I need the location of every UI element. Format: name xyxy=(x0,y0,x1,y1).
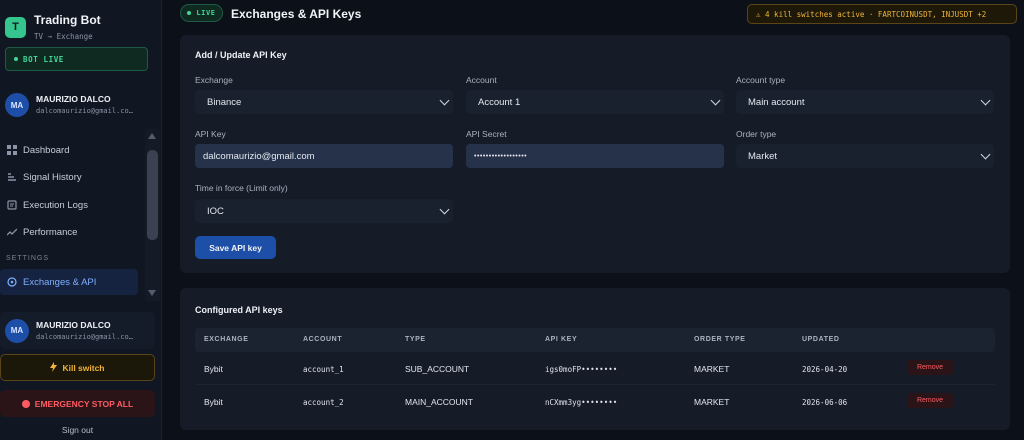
bot-status-label: BOT LIVE xyxy=(23,54,64,64)
cell-api-key: nCXmm3yg•••••••• xyxy=(545,398,618,407)
brand-logo: T xyxy=(5,16,26,38)
scroll-up-icon[interactable] xyxy=(148,133,156,139)
user-email: dalcomaurizio@gmail.co… xyxy=(36,332,133,341)
table-row: Bybit account_2 MAIN_ACCOUNT nCXmm3yg•••… xyxy=(195,384,995,416)
account-type-label: Account type xyxy=(736,75,786,85)
log-icon xyxy=(6,199,17,211)
save-api-key-button[interactable]: Save API key xyxy=(195,236,276,259)
sidebar-item-signal-history[interactable]: Signal History xyxy=(0,164,138,190)
cell-order-type: MARKET xyxy=(694,397,730,407)
remove-button[interactable]: Remove xyxy=(907,360,953,375)
api-secret-value: •••••••••••••••••• xyxy=(474,152,528,160)
column-header: EXCHANGE xyxy=(204,336,249,343)
api-secret-input[interactable]: •••••••••••••••••• xyxy=(466,144,724,168)
cell-exchange: Bybit xyxy=(204,397,223,407)
user-email: dalcomaurizio@gmail.co… xyxy=(36,107,133,115)
sidebar-item-label: Execution Logs xyxy=(23,199,88,211)
time-in-force-select[interactable]: IOC xyxy=(195,199,453,223)
live-badge-label: LIVE xyxy=(196,9,216,17)
lightning-icon xyxy=(50,361,58,374)
plug-icon xyxy=(6,276,17,288)
sidebar: T Trading Bot TV → Exchange BOT LIVE MA … xyxy=(0,0,162,440)
configured-keys-panel: Configured API keys EXCHANGE ACCOUNT TYP… xyxy=(180,288,1010,430)
api-secret-label: API Secret xyxy=(466,129,507,139)
api-key-input[interactable]: dalcomaurizio@gmail.com xyxy=(195,144,453,168)
table-row: Bybit account_1 SUB_ACCOUNT igs0moFP••••… xyxy=(195,352,995,384)
account-type-select[interactable]: Main account xyxy=(736,90,994,114)
cell-type: SUB_ACCOUNT xyxy=(405,364,470,374)
sign-out-link[interactable]: Sign out xyxy=(0,425,155,435)
cell-updated: 2026-06-06 xyxy=(802,398,848,407)
cell-order-type: MARKET xyxy=(694,364,730,374)
account-select[interactable]: Account 1 xyxy=(466,90,724,114)
form-title: Add / Update API Key xyxy=(195,50,287,60)
scroll-down-icon[interactable] xyxy=(148,290,156,296)
avatar: MA xyxy=(5,318,29,343)
api-key-value: dalcomaurizio@gmail.com xyxy=(203,150,315,162)
cell-type: MAIN_ACCOUNT xyxy=(405,397,474,407)
kill-switch-label: Kill switch xyxy=(62,362,105,373)
live-badge: LIVE xyxy=(180,4,223,22)
api-key-form-panel: Add / Update API Key Exchange Binance Ac… xyxy=(180,35,1010,273)
emergency-stop-button[interactable]: EMERGENCY STOP ALL xyxy=(0,390,155,417)
signal-icon xyxy=(6,172,17,183)
table-header: EXCHANGE ACCOUNT TYPE API KEY ORDER TYPE… xyxy=(195,328,995,352)
sidebar-item-label: Signal History xyxy=(23,171,82,183)
sidebar-item-execution-logs[interactable]: Execution Logs xyxy=(0,192,138,218)
cell-api-key: igs0moFP•••••••• xyxy=(545,365,618,374)
kill-switch-button[interactable]: Kill switch xyxy=(0,354,155,381)
column-header: API KEY xyxy=(545,336,578,343)
sidebar-item-exchanges-api[interactable]: Exchanges & API xyxy=(0,269,138,295)
time-in-force-label: Time in force (Limit only) xyxy=(195,183,288,193)
brand-title: Trading Bot xyxy=(34,13,101,27)
exchange-value: Binance xyxy=(207,96,242,108)
bot-status-badge: BOT LIVE xyxy=(5,47,148,71)
emergency-stop-label: EMERGENCY STOP ALL xyxy=(34,398,134,409)
exchange-label: Exchange xyxy=(195,75,233,85)
cell-updated: 2026-04-20 xyxy=(802,365,848,374)
grid-icon xyxy=(6,144,17,156)
sidebar-item-label: Performance xyxy=(23,226,78,238)
cell-exchange: Bybit xyxy=(204,364,223,374)
brand-subtitle: TV → Exchange xyxy=(34,32,93,41)
trend-icon xyxy=(6,227,17,238)
user-name: MAURIZIO DALCO xyxy=(36,94,111,104)
cell-account: account_2 xyxy=(303,398,344,407)
sidebar-item-performance[interactable]: Performance xyxy=(0,219,138,245)
order-type-label: Order type xyxy=(736,129,777,139)
sidebar-item-dashboard[interactable]: Dashboard xyxy=(0,137,138,163)
sidebar-item-label: Exchanges & API xyxy=(23,276,97,288)
keys-title: Configured API keys xyxy=(195,305,283,315)
page-title: Exchanges & API Keys xyxy=(231,7,362,21)
column-header: TYPE xyxy=(405,336,426,343)
column-header: ORDER TYPE xyxy=(694,336,746,343)
exchange-select[interactable]: Binance xyxy=(195,90,453,114)
stop-icon xyxy=(21,399,30,408)
time-in-force-value: IOC xyxy=(207,205,224,217)
column-header: UPDATED xyxy=(802,336,840,343)
avatar: MA xyxy=(5,93,29,117)
account-type-value: Main account xyxy=(748,96,805,108)
api-key-label: API Key xyxy=(195,129,226,139)
status-dot-icon xyxy=(187,11,192,15)
user-name: MAURIZIO DALCO xyxy=(36,319,111,330)
kill-switch-banner[interactable]: ⚠ 4 kill switches active · FARTCOINUSDT,… xyxy=(747,4,1017,24)
sidebar-item-label: Dashboard xyxy=(23,144,70,156)
user-card[interactable]: MA MAURIZIO DALCO dalcomaurizio@gmail.co… xyxy=(0,312,155,349)
brand[interactable]: T Trading Bot TV → Exchange xyxy=(5,13,101,41)
settings-heading: SETTINGS xyxy=(6,255,50,262)
page-header: LIVE Exchanges & API Keys ⚠ 4 kill switc… xyxy=(162,0,1024,28)
order-type-value: Market xyxy=(748,150,778,162)
order-type-select[interactable]: Market xyxy=(736,144,994,168)
sidebar-scroll-thumb[interactable] xyxy=(147,150,158,240)
account-label: Account xyxy=(466,75,497,85)
cell-account: account_1 xyxy=(303,365,344,374)
user-profile[interactable]: MA MAURIZIO DALCO dalcomaurizio@gmail.co… xyxy=(5,93,133,117)
remove-button[interactable]: Remove xyxy=(907,393,953,408)
status-dot-icon xyxy=(14,57,18,61)
column-header: ACCOUNT xyxy=(303,336,343,343)
account-value: Account 1 xyxy=(478,96,521,108)
